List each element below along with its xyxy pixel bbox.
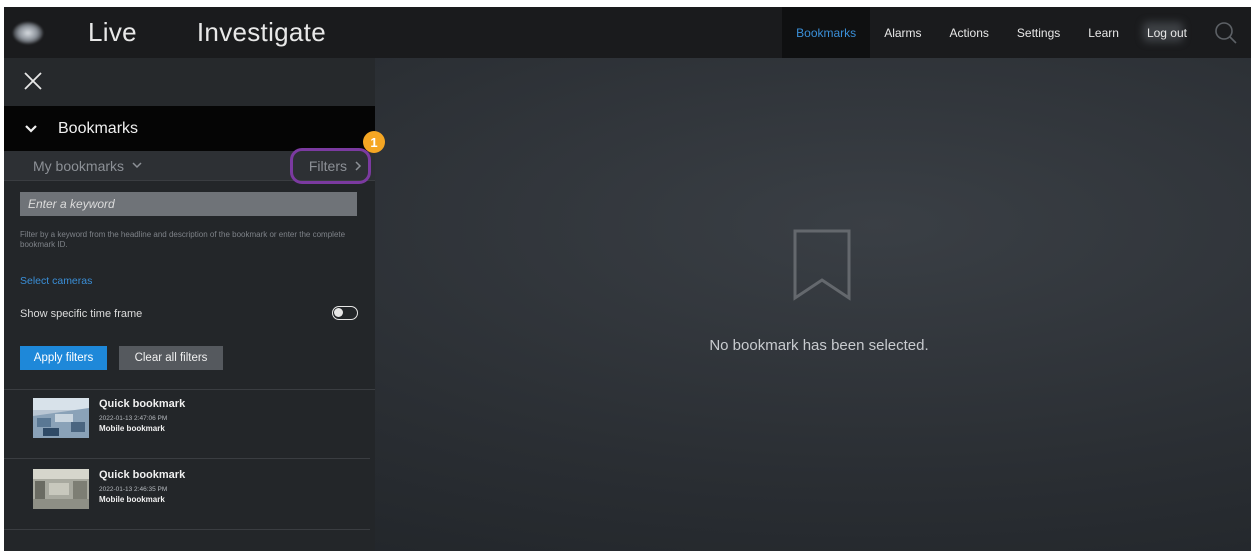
bookmarks-header[interactable]: Bookmarks xyxy=(4,106,375,151)
bookmarks-panel: Bookmarks My bookmarks Filters Filter by… xyxy=(4,106,375,551)
bookmarks-subbar: My bookmarks Filters xyxy=(4,147,375,184)
filters-label: Filters xyxy=(308,157,347,174)
bookmark-list-item[interactable]: Quick bookmark 2022-01-13 2:47:06 PM Mob… xyxy=(4,390,370,459)
search-button[interactable] xyxy=(1201,7,1251,58)
close-icon[interactable] xyxy=(22,70,44,92)
chevron-right-icon xyxy=(355,160,362,171)
clear-filters-button[interactable]: Clear all filters xyxy=(119,346,223,370)
keyword-search-input[interactable] xyxy=(20,192,357,216)
chevron-down-icon xyxy=(25,124,37,133)
select-cameras-link[interactable]: Select cameras xyxy=(20,275,92,287)
my-bookmarks-label: My bookmarks xyxy=(33,157,125,174)
time-frame-toggle[interactable] xyxy=(332,306,358,320)
bookmark-source: Mobile bookmark xyxy=(99,495,165,504)
chevron-down-icon xyxy=(132,162,142,169)
nav-actions[interactable]: Actions xyxy=(936,7,1003,58)
bookmarks-title: Bookmarks xyxy=(58,119,139,137)
nav-logout[interactable]: Log out xyxy=(1133,7,1201,58)
my-bookmarks-dropdown[interactable]: My bookmarks xyxy=(33,158,142,174)
empty-state-message: No bookmark has been selected. xyxy=(709,337,929,354)
top-bar: Live Investigate Bookmarks Alarms Action… xyxy=(4,7,1251,58)
bookmark-title: Quick bookmark xyxy=(99,398,186,410)
bookmark-list-item[interactable]: Quick bookmark 2022-01-13 2:46:35 PM Mob… xyxy=(4,461,370,530)
nav-alarms[interactable]: Alarms xyxy=(870,7,935,58)
logout-label: Log out xyxy=(1146,25,1187,40)
tab-live[interactable]: Live xyxy=(88,7,137,58)
bookmark-thumbnail xyxy=(33,469,89,509)
nav-learn[interactable]: Learn xyxy=(1074,7,1133,58)
panel-close-bar xyxy=(4,58,375,106)
logo xyxy=(4,7,52,58)
bookmark-timestamp: 2022-01-13 2:46:35 PM xyxy=(99,486,168,493)
nav-settings[interactable]: Settings xyxy=(1003,7,1074,58)
filters-button[interactable]: Filters xyxy=(289,147,371,184)
top-nav: Bookmarks Alarms Actions Settings Learn … xyxy=(782,7,1251,58)
bookmark-title: Quick bookmark xyxy=(99,469,186,481)
bookmark-icon xyxy=(793,229,851,301)
time-frame-label: Show specific time frame xyxy=(20,308,143,320)
search-icon xyxy=(1215,21,1237,44)
app-window: Live Investigate Bookmarks Alarms Action… xyxy=(4,7,1251,551)
bookmark-source: Mobile bookmark xyxy=(99,424,165,433)
tab-investigate[interactable]: Investigate xyxy=(197,7,326,58)
nav-bookmarks[interactable]: Bookmarks xyxy=(782,7,871,58)
bookmark-timestamp: 2022-01-13 2:47:06 PM xyxy=(99,415,168,422)
apply-filters-button[interactable]: Apply filters xyxy=(20,346,107,370)
keyword-help-text: Filter by a keyword from the headline an… xyxy=(20,230,346,249)
bookmark-thumbnail xyxy=(33,398,89,438)
callout-badge: 1 xyxy=(363,131,385,153)
